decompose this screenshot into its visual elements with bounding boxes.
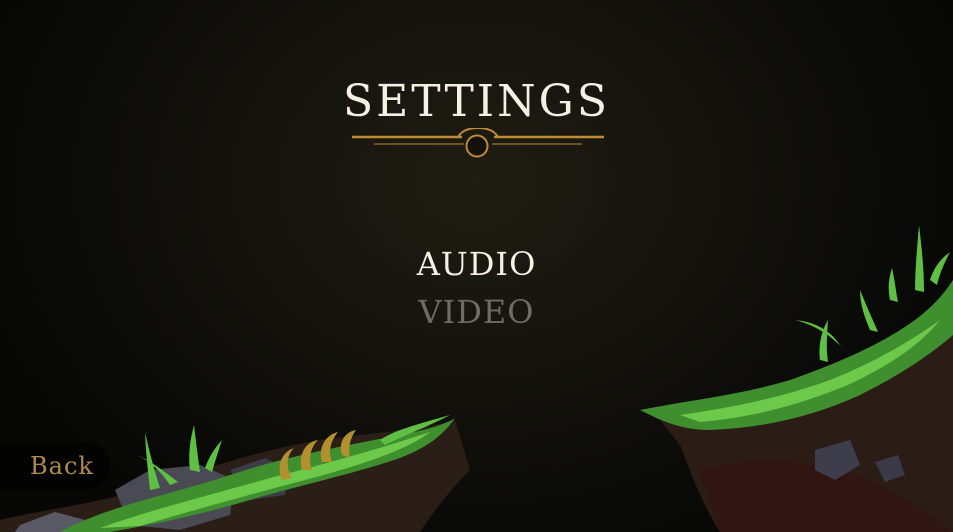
menu-item-audio[interactable]: AUDIO (377, 240, 577, 288)
settings-screen: SETTINGS AUDIO VIDEO Back (0, 0, 953, 532)
menu-item-video[interactable]: VIDEO (377, 288, 577, 336)
title-ornament (352, 128, 604, 158)
back-button[interactable]: Back (0, 442, 110, 490)
settings-menu: AUDIO VIDEO (0, 240, 953, 336)
page-title: SETTINGS (343, 76, 610, 127)
